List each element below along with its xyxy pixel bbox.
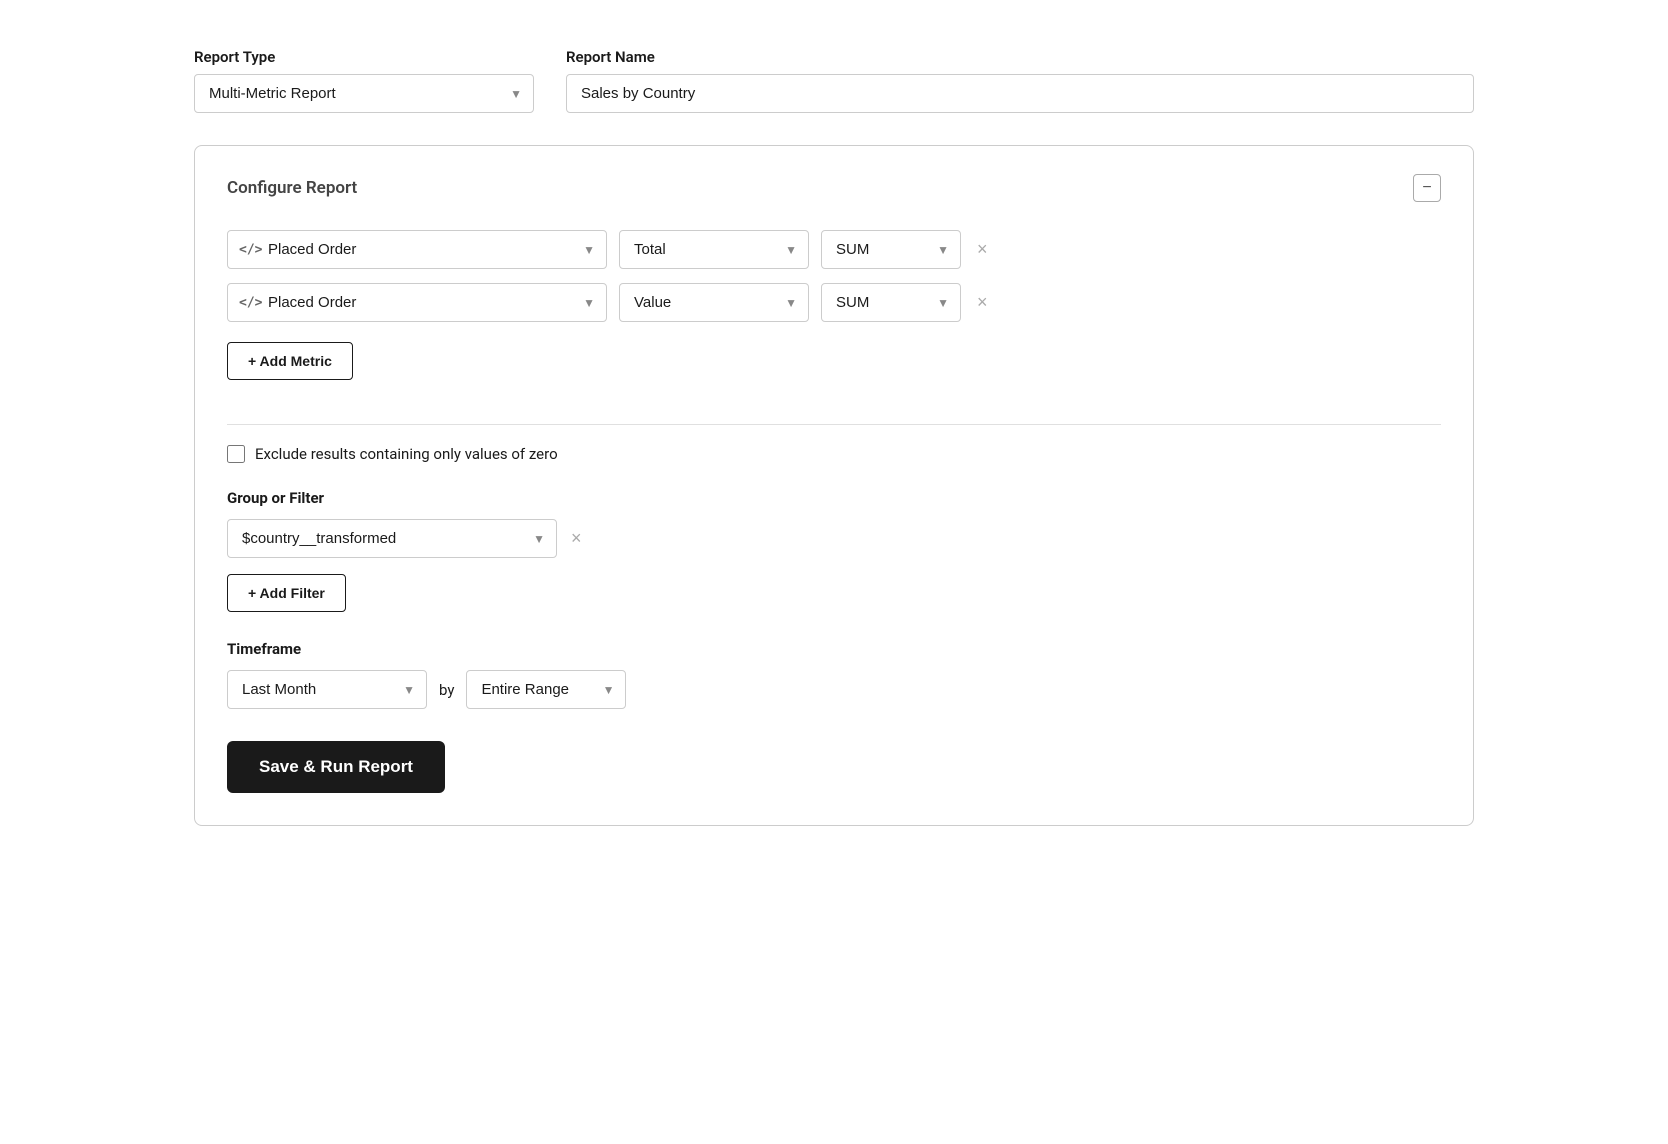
metric-event-select-wrapper-2: </> Placed Order ▼: [227, 283, 607, 322]
metric-row: </> Placed Order ▼ Total ▼ SUM: [227, 230, 1441, 269]
exclude-checkbox[interactable]: [227, 445, 245, 463]
metric-event-select-wrapper-1: </> Placed Order ▼: [227, 230, 607, 269]
save-run-button[interactable]: Save & Run Report: [227, 741, 445, 793]
panel-title: Configure Report: [227, 178, 357, 198]
timeframe-row: Last Month ▼ by Entire Range ▼: [227, 670, 1441, 709]
timeframe-select[interactable]: Last Month: [227, 670, 427, 709]
report-type-select-wrapper: Multi-Metric Report ▼: [194, 74, 534, 113]
report-name-input[interactable]: [566, 74, 1474, 113]
report-type-group: Report Type Multi-Metric Report ▼: [194, 48, 534, 113]
remove-filter-button[interactable]: ×: [567, 524, 586, 553]
add-filter-button[interactable]: + Add Filter: [227, 574, 346, 612]
remove-filter-icon: ×: [571, 528, 582, 549]
report-type-select[interactable]: Multi-Metric Report: [194, 74, 534, 113]
report-name-label: Report Name: [566, 48, 1474, 66]
collapse-icon: −: [1422, 179, 1431, 197]
metric-rows: </> Placed Order ▼ Total ▼ SUM: [227, 230, 1441, 322]
exclude-checkbox-label: Exclude results containing only values o…: [255, 445, 558, 463]
divider-1: [227, 424, 1441, 425]
filter-select-wrapper: $country__transformed ▼: [227, 519, 557, 558]
configure-panel: Configure Report − </> Placed Order ▼ To…: [194, 145, 1474, 826]
panel-header: Configure Report −: [227, 174, 1441, 202]
remove-metric-button-2[interactable]: ×: [973, 288, 992, 317]
remove-metric-icon-2: ×: [977, 292, 988, 313]
add-metric-label: + Add Metric: [248, 353, 332, 369]
metric-field-select-1[interactable]: Total: [619, 230, 809, 269]
range-select[interactable]: Entire Range: [466, 670, 626, 709]
metric-field-select-2[interactable]: Value: [619, 283, 809, 322]
range-select-wrapper: Entire Range ▼: [466, 670, 626, 709]
timeframe-select-wrapper: Last Month ▼: [227, 670, 427, 709]
metric-field-select-wrapper-1: Total ▼: [619, 230, 809, 269]
collapse-button[interactable]: −: [1413, 174, 1441, 202]
metric-event-select-2[interactable]: Placed Order: [227, 283, 607, 322]
save-run-label: Save & Run Report: [259, 757, 413, 777]
remove-metric-icon-1: ×: [977, 239, 988, 260]
metric-agg-select-wrapper-1: SUM ▼: [821, 230, 961, 269]
metric-field-select-wrapper-2: Value ▼: [619, 283, 809, 322]
remove-metric-button-1[interactable]: ×: [973, 235, 992, 264]
by-label: by: [439, 681, 454, 699]
filter-row: $country__transformed ▼ ×: [227, 519, 1441, 558]
exclude-checkbox-row: Exclude results containing only values o…: [227, 445, 1441, 463]
timeframe-label: Timeframe: [227, 640, 1441, 658]
metric-agg-select-wrapper-2: SUM ▼: [821, 283, 961, 322]
metric-agg-select-2[interactable]: SUM: [821, 283, 961, 322]
report-type-label: Report Type: [194, 48, 534, 66]
report-name-group: Report Name: [566, 48, 1474, 113]
group-filter-label: Group or Filter: [227, 489, 1441, 507]
metric-agg-select-1[interactable]: SUM: [821, 230, 961, 269]
metric-row-2: </> Placed Order ▼ Value ▼ SUM: [227, 283, 1441, 322]
metric-event-select-1[interactable]: Placed Order: [227, 230, 607, 269]
top-section: Report Type Multi-Metric Report ▼ Report…: [194, 40, 1474, 121]
page-container: Report Type Multi-Metric Report ▼ Report…: [194, 40, 1474, 826]
add-metric-button[interactable]: + Add Metric: [227, 342, 353, 380]
filter-select[interactable]: $country__transformed: [227, 519, 557, 558]
add-filter-label: + Add Filter: [248, 585, 325, 601]
